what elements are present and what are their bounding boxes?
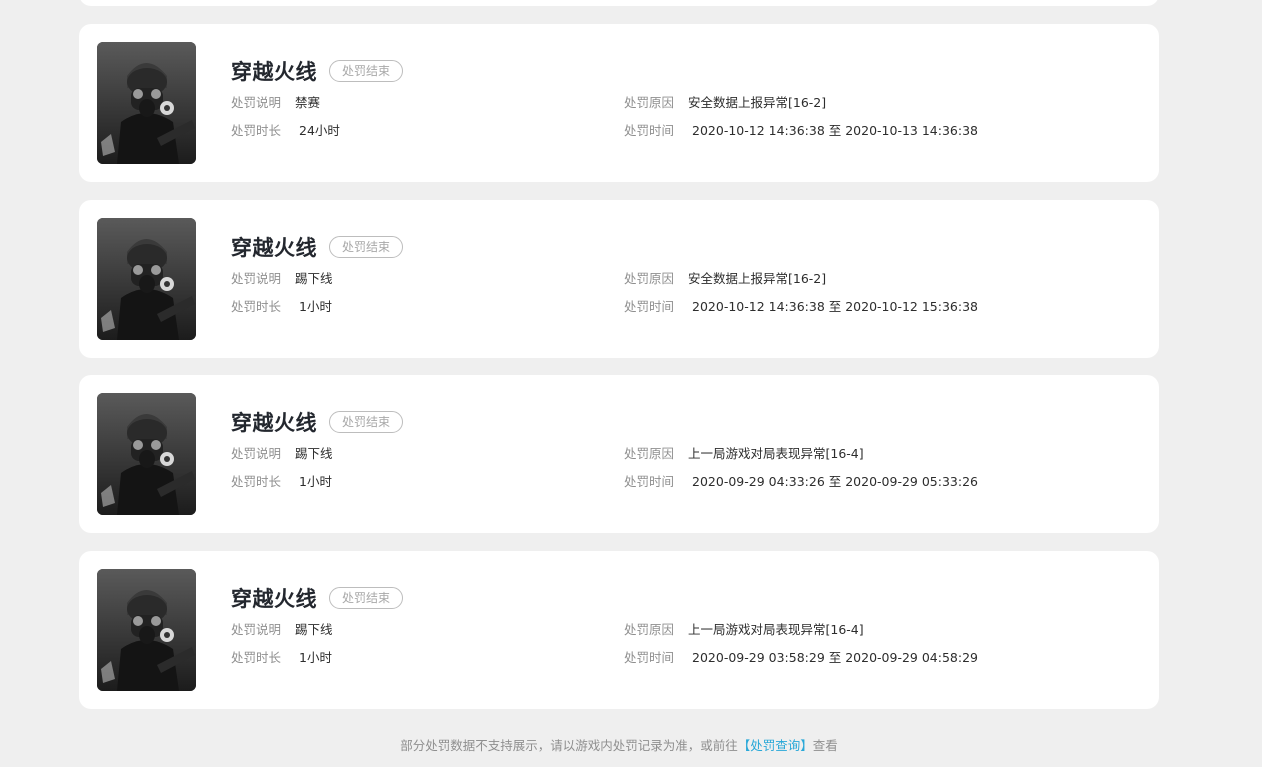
penalty-time-label: 处罚时间 [624,123,675,138]
status-badge: 处罚结束 [329,411,404,433]
penalty-record-card: 穿越火线 处罚结束 处罚说明 踢下线 处罚时长 1小时 处罚原因 上一局游戏对局表现异… [79,551,1159,709]
status-badge: 处罚结束 [329,236,404,258]
penalty-query-link[interactable]: 【处罚查询】 [738,738,813,753]
penalty-time-value: 2020-10-12 14:36:38 至 2020-10-12 15:36:3… [692,299,978,314]
penalty-duration-value: 1小时 [299,474,332,489]
penalty-reason: 处罚原因 上一局游戏对局表现异常[16-4] [624,621,864,639]
game-name: 穿越火线 [231,411,317,435]
penalty-duration-label: 处罚时长 [231,123,282,138]
penalty-duration: 处罚时长 1小时 [231,473,332,491]
penalty-duration: 处罚时长 1小时 [231,298,332,316]
status-badge: 处罚结束 [329,60,404,82]
penalty-reason-label: 处罚原因 [624,446,675,461]
penalty-reason-value: 安全数据上报异常[16-2] [688,95,827,110]
penalty-record-card: 穿越火线 处罚结束 处罚说明 禁赛 处罚时长 24小时 处罚原因 安全数据上报异常[1… [79,24,1159,182]
penalty-record-card: 穿越火线 处罚结束 处罚说明 踢下线 处罚时长 1小时 处罚原因 上一局游戏对局表现异… [79,375,1159,533]
penalty-description-label: 处罚说明 [231,622,282,637]
penalty-time-label: 处罚时间 [624,299,675,314]
penalty-duration-label: 处罚时长 [231,299,282,314]
penalty-description-value: 踢下线 [295,622,333,637]
record-title-row: 穿越火线 处罚结束 [231,584,404,612]
penalty-description-value: 踢下线 [295,271,333,286]
penalty-description-label: 处罚说明 [231,95,282,110]
footer-notice: 部分处罚数据不支持展示，请以游戏内处罚记录为准，或前往【处罚查询】查看 [0,735,1238,754]
penalty-description: 处罚说明 踢下线 [231,621,333,639]
penalty-time: 处罚时间 2020-09-29 03:58:29 至 2020-09-29 04:… [624,649,978,667]
penalty-time: 处罚时间 2020-10-12 14:36:38 至 2020-10-13 14:… [624,122,978,140]
penalty-reason-label: 处罚原因 [624,622,675,637]
record-title-row: 穿越火线 处罚结束 [231,233,404,261]
penalty-description-value: 禁赛 [295,95,321,110]
game-avatar-image [97,42,196,164]
penalty-reason-value: 安全数据上报异常[16-2] [688,271,827,286]
penalty-record-card: 穿越火线 处罚结束 处罚说明 踢下线 处罚时长 1小时 处罚原因 安全数据上报异常[1… [79,200,1159,358]
penalty-time-value: 2020-09-29 04:33:26 至 2020-09-29 05:33:2… [692,474,978,489]
penalty-duration: 处罚时长 1小时 [231,649,332,667]
status-badge: 处罚结束 [329,587,404,609]
penalty-duration: 处罚时长 24小时 [231,122,340,140]
penalty-duration-value: 1小时 [299,299,332,314]
penalty-reason: 处罚原因 安全数据上报异常[16-2] [624,270,826,288]
game-avatar-image [97,393,196,515]
game-name: 穿越火线 [231,236,317,260]
penalty-description-value: 踢下线 [295,446,333,461]
penalty-description-label: 处罚说明 [231,446,282,461]
game-name: 穿越火线 [231,60,317,84]
record-title-row: 穿越火线 处罚结束 [231,408,404,436]
penalty-reason-value: 上一局游戏对局表现异常[16-4] [688,622,864,637]
penalty-description: 处罚说明 踢下线 [231,270,333,288]
game-name: 穿越火线 [231,587,317,611]
penalty-description-label: 处罚说明 [231,271,282,286]
game-avatar-image [97,218,196,340]
penalty-reason-value: 上一局游戏对局表现异常[16-4] [688,446,864,461]
penalty-time-label: 处罚时间 [624,650,675,665]
footer-notice-text: 部分处罚数据不支持展示，请以游戏内处罚记录为准，或前往 [400,738,738,753]
penalty-reason-label: 处罚原因 [624,271,675,286]
penalty-description: 处罚说明 禁赛 [231,94,320,112]
penalty-time-value: 2020-10-12 14:36:38 至 2020-10-13 14:36:3… [692,123,978,138]
penalty-time-label: 处罚时间 [624,474,675,489]
penalty-duration-label: 处罚时长 [231,474,282,489]
previous-record-card [79,0,1159,6]
penalty-duration-value: 24小时 [299,123,340,138]
page: 穿越火线 处罚结束 处罚说明 禁赛 处罚时长 24小时 处罚原因 安全数据上报异常[1… [0,0,1262,767]
penalty-time-value: 2020-09-29 03:58:29 至 2020-09-29 04:58:2… [692,650,978,665]
penalty-description: 处罚说明 踢下线 [231,445,333,463]
penalty-duration-value: 1小时 [299,650,332,665]
penalty-duration-label: 处罚时长 [231,650,282,665]
footer-notice-suffix: 查看 [812,738,838,753]
penalty-time: 处罚时间 2020-10-12 14:36:38 至 2020-10-12 15:… [624,298,978,316]
penalty-time: 处罚时间 2020-09-29 04:33:26 至 2020-09-29 05:… [624,473,978,491]
penalty-reason-label: 处罚原因 [624,95,675,110]
game-avatar-image [97,569,196,691]
penalty-reason: 处罚原因 安全数据上报异常[16-2] [624,94,826,112]
record-title-row: 穿越火线 处罚结束 [231,57,404,85]
penalty-reason: 处罚原因 上一局游戏对局表现异常[16-4] [624,445,864,463]
